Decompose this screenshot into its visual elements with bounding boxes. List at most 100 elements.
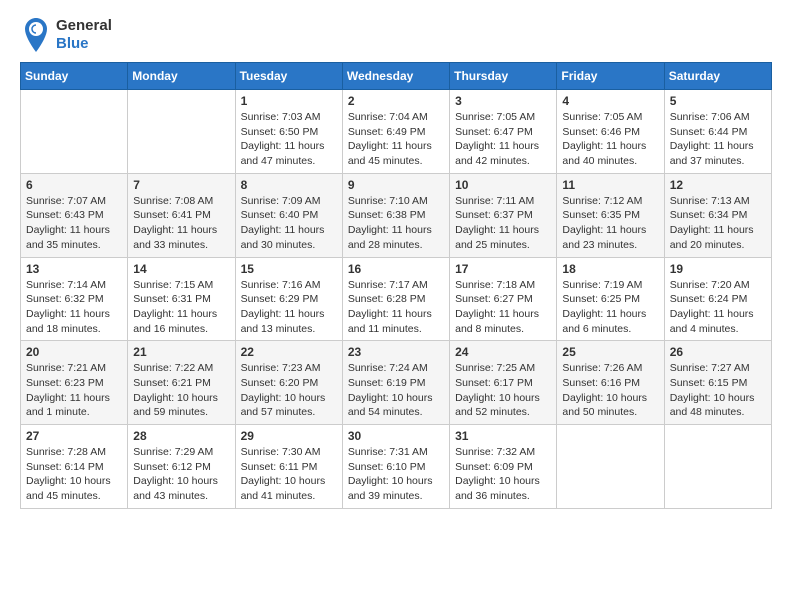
calendar-cell: 31 Sunrise: 7:32 AMSunset: 6:09 PMDayligh… — [450, 425, 557, 509]
calendar-cell — [21, 90, 128, 174]
day-number: 4 — [562, 94, 658, 108]
column-header-monday: Monday — [128, 63, 235, 90]
logo-icon — [20, 16, 52, 54]
day-info: Sunrise: 7:32 AMSunset: 6:09 PMDaylight:… — [455, 445, 551, 504]
day-info: Sunrise: 7:05 AMSunset: 6:47 PMDaylight:… — [455, 110, 551, 169]
column-header-saturday: Saturday — [664, 63, 771, 90]
calendar-cell: 16 Sunrise: 7:17 AMSunset: 6:28 PMDayligh… — [342, 257, 449, 341]
day-info: Sunrise: 7:12 AMSunset: 6:35 PMDaylight:… — [562, 194, 658, 253]
day-number: 3 — [455, 94, 551, 108]
day-info: Sunrise: 7:11 AMSunset: 6:37 PMDaylight:… — [455, 194, 551, 253]
day-number: 9 — [348, 178, 444, 192]
day-number: 12 — [670, 178, 766, 192]
day-number: 17 — [455, 262, 551, 276]
day-number: 13 — [26, 262, 122, 276]
day-info: Sunrise: 7:24 AMSunset: 6:19 PMDaylight:… — [348, 361, 444, 420]
day-info: Sunrise: 7:17 AMSunset: 6:28 PMDaylight:… — [348, 278, 444, 337]
calendar-cell: 5 Sunrise: 7:06 AMSunset: 6:44 PMDaylight… — [664, 90, 771, 174]
day-number: 28 — [133, 429, 229, 443]
day-number: 20 — [26, 345, 122, 359]
column-header-friday: Friday — [557, 63, 664, 90]
day-info: Sunrise: 7:20 AMSunset: 6:24 PMDaylight:… — [670, 278, 766, 337]
logo-text-block: General Blue — [56, 17, 112, 53]
column-header-tuesday: Tuesday — [235, 63, 342, 90]
calendar-cell: 28 Sunrise: 7:29 AMSunset: 6:12 PMDayligh… — [128, 425, 235, 509]
calendar-cell: 21 Sunrise: 7:22 AMSunset: 6:21 PMDayligh… — [128, 341, 235, 425]
calendar-cell — [664, 425, 771, 509]
calendar-cell: 22Sunrise: 7:23 AMSunset: 6:20 PMDayligh… — [235, 341, 342, 425]
day-info: Sunrise: 7:15 AMSunset: 6:31 PMDaylight:… — [133, 278, 229, 337]
day-number: 29 — [241, 429, 337, 443]
page-header: General Blue — [20, 16, 772, 54]
day-number: 19 — [670, 262, 766, 276]
calendar-cell: 26 Sunrise: 7:27 AMSunset: 6:15 PMDayligh… — [664, 341, 771, 425]
calendar-week-row: 6Sunrise: 7:07 AMSunset: 6:43 PMDaylight… — [21, 173, 772, 257]
calendar-week-row: 13 Sunrise: 7:14 AMSunset: 6:32 PMDayligh… — [21, 257, 772, 341]
day-info: Sunrise: 7:05 AMSunset: 6:46 PMDaylight:… — [562, 110, 658, 169]
day-info: Sunrise: 7:09 AMSunset: 6:40 PMDaylight:… — [241, 194, 337, 253]
day-info: Sunrise: 7:03 AMSunset: 6:50 PMDaylight:… — [241, 110, 337, 169]
calendar-cell: 10 Sunrise: 7:11 AMSunset: 6:37 PMDayligh… — [450, 173, 557, 257]
day-number: 11 — [562, 178, 658, 192]
day-info: Sunrise: 7:21 AMSunset: 6:23 PMDaylight:… — [26, 361, 122, 420]
column-header-sunday: Sunday — [21, 63, 128, 90]
day-number: 5 — [670, 94, 766, 108]
column-header-thursday: Thursday — [450, 63, 557, 90]
day-number: 23 — [348, 345, 444, 359]
day-info: Sunrise: 7:10 AMSunset: 6:38 PMDaylight:… — [348, 194, 444, 253]
day-info: Sunrise: 7:16 AMSunset: 6:29 PMDaylight:… — [241, 278, 337, 337]
day-number: 21 — [133, 345, 229, 359]
calendar-cell: 29 Sunrise: 7:30 AMSunset: 6:11 PMDayligh… — [235, 425, 342, 509]
calendar-cell — [128, 90, 235, 174]
calendar-week-row: 1Sunrise: 7:03 AMSunset: 6:50 PMDaylight… — [21, 90, 772, 174]
calendar-cell: 9 Sunrise: 7:10 AMSunset: 6:38 PMDaylight… — [342, 173, 449, 257]
day-number: 10 — [455, 178, 551, 192]
calendar-cell: 24Sunrise: 7:25 AMSunset: 6:17 PMDayligh… — [450, 341, 557, 425]
day-info: Sunrise: 7:19 AMSunset: 6:25 PMDaylight:… — [562, 278, 658, 337]
day-number: 30 — [348, 429, 444, 443]
day-number: 15 — [241, 262, 337, 276]
day-number: 27 — [26, 429, 122, 443]
calendar-cell: 18 Sunrise: 7:19 AMSunset: 6:25 PMDayligh… — [557, 257, 664, 341]
day-number: 16 — [348, 262, 444, 276]
day-info: Sunrise: 7:14 AMSunset: 6:32 PMDaylight:… — [26, 278, 122, 337]
day-number: 24 — [455, 345, 551, 359]
calendar-week-row: 20 Sunrise: 7:21 AMSunset: 6:23 PMDayligh… — [21, 341, 772, 425]
day-number: 18 — [562, 262, 658, 276]
calendar-cell: 15 Sunrise: 7:16 AMSunset: 6:29 PMDayligh… — [235, 257, 342, 341]
day-number: 6 — [26, 178, 122, 192]
calendar-header-row: SundayMondayTuesdayWednesdayThursdayFrid… — [21, 63, 772, 90]
day-number: 7 — [133, 178, 229, 192]
day-info: Sunrise: 7:30 AMSunset: 6:11 PMDaylight:… — [241, 445, 337, 504]
calendar-cell: 2Sunrise: 7:04 AMSunset: 6:49 PMDaylight… — [342, 90, 449, 174]
day-info: Sunrise: 7:08 AMSunset: 6:41 PMDaylight:… — [133, 194, 229, 253]
day-number: 8 — [241, 178, 337, 192]
calendar-cell: 20 Sunrise: 7:21 AMSunset: 6:23 PMDayligh… — [21, 341, 128, 425]
calendar-cell: 1Sunrise: 7:03 AMSunset: 6:50 PMDaylight… — [235, 90, 342, 174]
calendar-cell: 30 Sunrise: 7:31 AMSunset: 6:10 PMDayligh… — [342, 425, 449, 509]
calendar-cell: 27Sunrise: 7:28 AMSunset: 6:14 PMDayligh… — [21, 425, 128, 509]
day-number: 26 — [670, 345, 766, 359]
day-number: 31 — [455, 429, 551, 443]
calendar-cell: 11 Sunrise: 7:12 AMSunset: 6:35 PMDayligh… — [557, 173, 664, 257]
day-info: Sunrise: 7:13 AMSunset: 6:34 PMDaylight:… — [670, 194, 766, 253]
day-info: Sunrise: 7:22 AMSunset: 6:21 PMDaylight:… — [133, 361, 229, 420]
day-info: Sunrise: 7:31 AMSunset: 6:10 PMDaylight:… — [348, 445, 444, 504]
calendar-cell: 4 Sunrise: 7:05 AMSunset: 6:46 PMDaylight… — [557, 90, 664, 174]
day-info: Sunrise: 7:27 AMSunset: 6:15 PMDaylight:… — [670, 361, 766, 420]
day-info: Sunrise: 7:06 AMSunset: 6:44 PMDaylight:… — [670, 110, 766, 169]
calendar-cell: 7 Sunrise: 7:08 AMSunset: 6:41 PMDaylight… — [128, 173, 235, 257]
calendar-cell: 25 Sunrise: 7:26 AMSunset: 6:16 PMDayligh… — [557, 341, 664, 425]
day-info: Sunrise: 7:26 AMSunset: 6:16 PMDaylight:… — [562, 361, 658, 420]
column-header-wednesday: Wednesday — [342, 63, 449, 90]
calendar-cell: 3 Sunrise: 7:05 AMSunset: 6:47 PMDaylight… — [450, 90, 557, 174]
day-info: Sunrise: 7:29 AMSunset: 6:12 PMDaylight:… — [133, 445, 229, 504]
day-number: 25 — [562, 345, 658, 359]
calendar-cell: 12 Sunrise: 7:13 AMSunset: 6:34 PMDayligh… — [664, 173, 771, 257]
day-number: 14 — [133, 262, 229, 276]
day-number: 22 — [241, 345, 337, 359]
logo: General Blue — [20, 16, 112, 54]
calendar-cell: 13 Sunrise: 7:14 AMSunset: 6:32 PMDayligh… — [21, 257, 128, 341]
day-number: 2 — [348, 94, 444, 108]
calendar-cell: 23 Sunrise: 7:24 AMSunset: 6:19 PMDayligh… — [342, 341, 449, 425]
